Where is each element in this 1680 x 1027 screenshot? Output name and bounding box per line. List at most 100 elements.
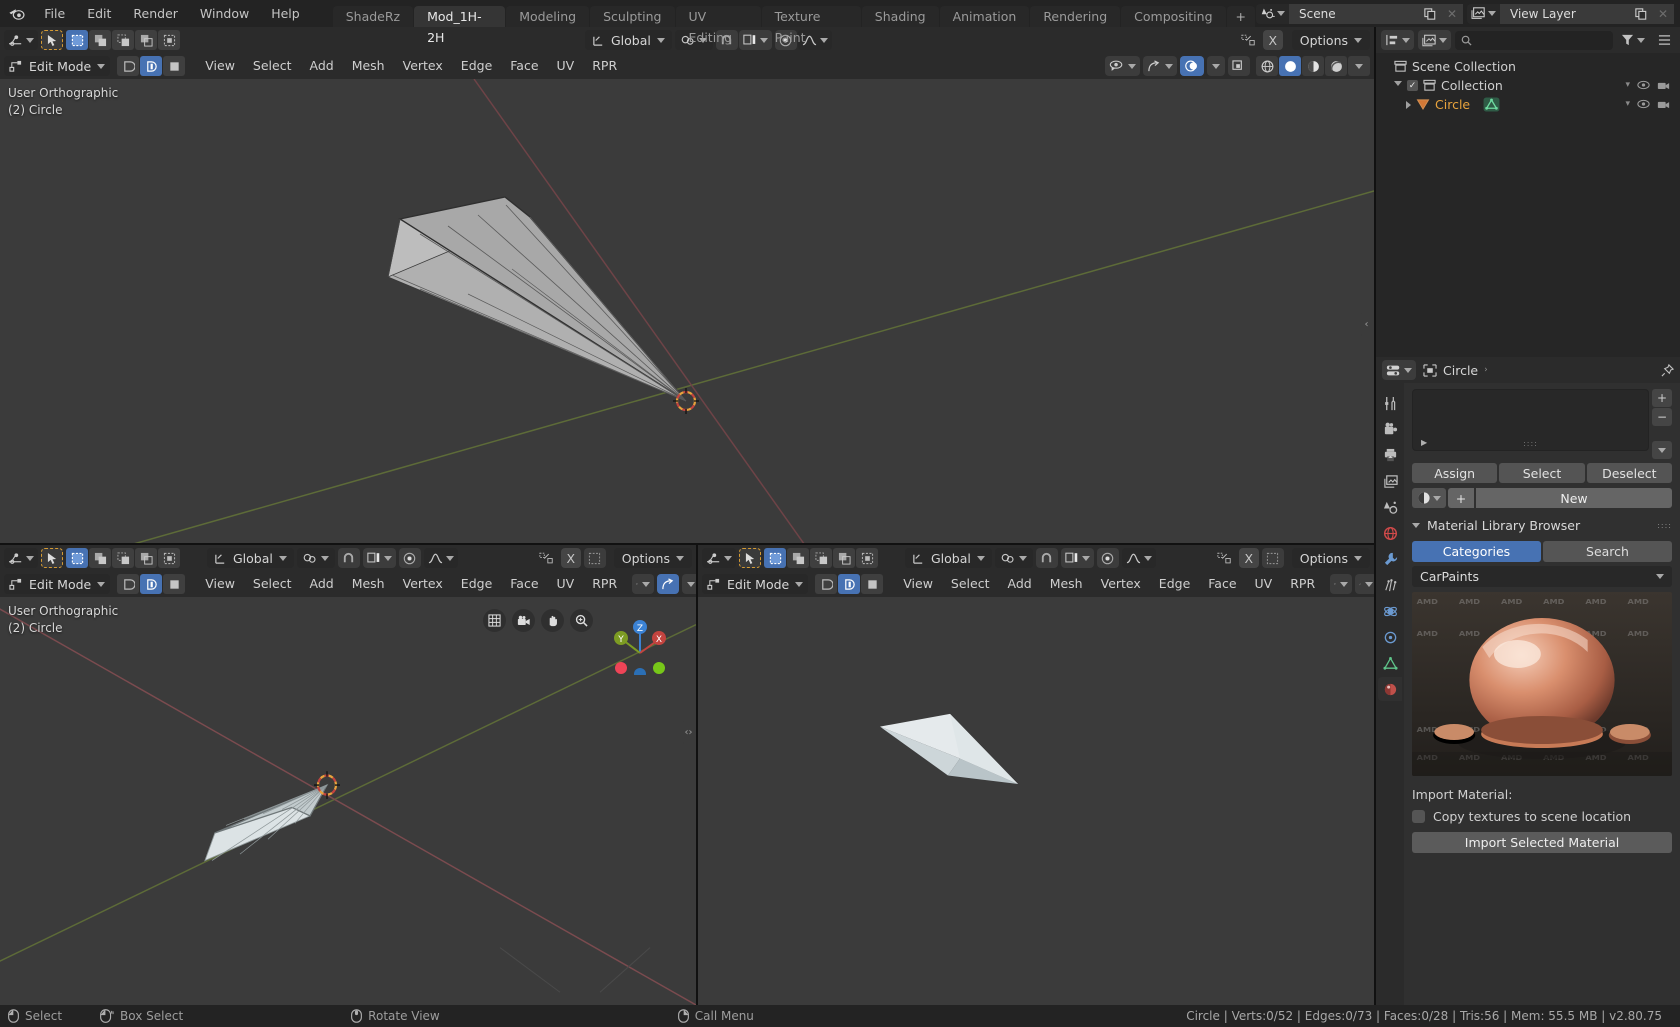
pivot-point-dropdown[interactable] bbox=[994, 548, 1033, 568]
properties-tab-render[interactable] bbox=[1378, 417, 1402, 441]
properties-tab-particles[interactable] bbox=[1378, 573, 1402, 597]
workspace-tab-mod-1h-2h[interactable]: Mod_1H-2H bbox=[414, 6, 506, 45]
camera-render-icon[interactable] bbox=[1657, 99, 1670, 110]
viewport-main-canvas[interactable]: User Orthographic (2) Circle ‹ bbox=[0, 79, 1374, 543]
new-material-plus-icon[interactable]: + bbox=[1448, 488, 1474, 508]
proportional-edit-icon[interactable] bbox=[1096, 548, 1119, 568]
wireframe-shading-icon[interactable] bbox=[1256, 56, 1278, 76]
add-material-slot-button[interactable]: + bbox=[1652, 389, 1672, 407]
properties-tab-scene[interactable] bbox=[1378, 495, 1402, 519]
mirror-icon[interactable] bbox=[535, 548, 558, 568]
workspace-tab-sculpting[interactable]: Sculpting bbox=[590, 6, 675, 27]
outliner-filter-settings-icon[interactable] bbox=[1653, 30, 1675, 50]
overlays-dropdown[interactable] bbox=[1207, 56, 1225, 76]
snap-magnet-icon[interactable] bbox=[337, 548, 360, 568]
interaction-mode-dropdown[interactable]: Edit Mode bbox=[4, 56, 111, 76]
material-slot-specials-menu[interactable] bbox=[1652, 441, 1672, 459]
outliner-display-mode-icon[interactable] bbox=[1381, 30, 1414, 50]
menu-mesh[interactable]: Mesh bbox=[343, 574, 394, 594]
menu-face[interactable]: Face bbox=[501, 56, 547, 76]
face-select-icon[interactable] bbox=[163, 56, 186, 76]
vertex-select-icon[interactable] bbox=[117, 574, 140, 594]
xray-toggle[interactable] bbox=[1228, 56, 1250, 76]
remove-material-slot-button[interactable]: − bbox=[1652, 408, 1672, 426]
view-axis-gizmo[interactable]: Z Y X bbox=[610, 613, 670, 675]
viewport-br-canvas[interactable] bbox=[698, 597, 1374, 1005]
snap-target-dropdown[interactable] bbox=[738, 30, 772, 50]
properties-tab-data[interactable] bbox=[1378, 651, 1402, 675]
pivot-point-dropdown[interactable] bbox=[296, 548, 335, 568]
collection-checkbox[interactable]: ✓ bbox=[1407, 80, 1418, 91]
visibility-selectability-dropdown[interactable] bbox=[1330, 574, 1353, 594]
workspace-tab-rendering[interactable]: Rendering bbox=[1030, 6, 1121, 27]
outliner-row-scene-collection[interactable]: Scene Collection bbox=[1376, 57, 1680, 76]
select-invert-icon[interactable] bbox=[135, 30, 157, 50]
solid-shading-icon[interactable] bbox=[1279, 56, 1301, 76]
material-preview-image[interactable]: AMD AMD AMD AMD AMD AMD AMD AMD AMD AMD AMD AMD AM… bbox=[1412, 592, 1672, 776]
menu-window[interactable]: Window bbox=[189, 0, 260, 27]
gizmo-toggle[interactable] bbox=[657, 574, 680, 594]
close-x-icon[interactable]: ✕ bbox=[1652, 3, 1674, 24]
pin-icon[interactable] bbox=[1661, 363, 1674, 377]
menu-help[interactable]: Help bbox=[260, 0, 311, 27]
zoom-view-icon[interactable] bbox=[570, 609, 593, 632]
menu-add[interactable]: Add bbox=[998, 574, 1040, 594]
select-subtract-icon[interactable] bbox=[810, 548, 832, 568]
workspace-tab-animation[interactable]: Animation bbox=[939, 6, 1030, 27]
close-x-icon[interactable]: ✕ bbox=[1441, 3, 1463, 24]
properties-tab-physics[interactable] bbox=[1378, 599, 1402, 623]
gizmo-dropdown[interactable] bbox=[682, 574, 696, 594]
select-extend-icon[interactable] bbox=[89, 30, 111, 50]
select-new-icon[interactable] bbox=[66, 30, 88, 50]
menu-rpr[interactable]: RPR bbox=[583, 574, 626, 594]
face-select-icon[interactable] bbox=[861, 574, 884, 594]
visibility-selectability-dropdown[interactable] bbox=[632, 574, 655, 594]
sidebar-collapse-arrow[interactable]: ‹› bbox=[683, 719, 694, 746]
copy-textures-checkbox[interactable] bbox=[1412, 810, 1425, 823]
mirror-extra-icon[interactable] bbox=[1261, 548, 1284, 568]
scene-selector[interactable]: Scene ✕ bbox=[1256, 3, 1463, 24]
menu-uv[interactable]: UV bbox=[548, 574, 584, 594]
material-preview-icon[interactable] bbox=[1302, 56, 1324, 76]
editor-type-icon[interactable] bbox=[702, 548, 736, 568]
transform-orientation-dropdown[interactable]: Global bbox=[905, 548, 992, 568]
eye-icon[interactable] bbox=[1637, 80, 1650, 90]
camera-view-icon[interactable] bbox=[512, 609, 535, 632]
mirror-icon[interactable] bbox=[1237, 30, 1260, 50]
duplicate-icon[interactable] bbox=[1630, 3, 1652, 24]
menu-rpr[interactable]: RPR bbox=[583, 56, 626, 76]
outliner-row-circle[interactable]: Circle ▾ bbox=[1376, 95, 1680, 114]
select-subtract-icon[interactable] bbox=[112, 30, 134, 50]
library-tab-categories[interactable]: Categories bbox=[1412, 541, 1541, 562]
face-select-icon[interactable] bbox=[163, 574, 186, 594]
menu-render[interactable]: Render bbox=[122, 0, 189, 27]
menu-vertex[interactable]: Vertex bbox=[1092, 574, 1150, 594]
assign-button[interactable]: Assign bbox=[1412, 463, 1498, 483]
menu-file[interactable]: File bbox=[33, 0, 76, 27]
menu-vertex[interactable]: Vertex bbox=[394, 56, 452, 76]
disclosure-triangle-icon[interactable] bbox=[1406, 100, 1411, 109]
workspace-tab-shaderz[interactable]: ShadeRz bbox=[332, 6, 414, 27]
menu-view[interactable]: View bbox=[196, 574, 244, 594]
select-invert-icon[interactable] bbox=[833, 548, 855, 568]
interaction-mode-dropdown[interactable]: Edit Mode bbox=[4, 574, 111, 594]
rendered-shading-icon[interactable] bbox=[1325, 56, 1347, 76]
sidebar-collapse-arrow[interactable]: ‹ bbox=[1361, 311, 1372, 337]
select-invert-icon[interactable] bbox=[135, 548, 157, 568]
new-material-button[interactable]: New bbox=[1476, 488, 1672, 508]
snap-target-dropdown[interactable] bbox=[1060, 548, 1094, 568]
duplicate-icon[interactable] bbox=[1419, 3, 1441, 24]
mesh-data-icon[interactable] bbox=[1483, 97, 1500, 112]
chevron-down-icon[interactable]: ▾ bbox=[1625, 80, 1630, 91]
snap-magnet-icon[interactable] bbox=[1035, 548, 1058, 568]
grip-dots-icon[interactable]: :::: bbox=[1523, 439, 1538, 448]
snap-target-dropdown[interactable] bbox=[362, 548, 396, 568]
scene-name-field[interactable]: Scene bbox=[1289, 3, 1419, 24]
material-slot-list[interactable]: ▶ :::: bbox=[1412, 389, 1649, 451]
menu-select[interactable]: Select bbox=[244, 574, 301, 594]
view-layer-name-field[interactable]: View Layer bbox=[1500, 3, 1630, 24]
gizmo-toggle[interactable] bbox=[1143, 56, 1177, 76]
menu-edge[interactable]: Edge bbox=[452, 56, 501, 76]
view-layer-icon[interactable] bbox=[1467, 4, 1500, 24]
proportional-edit-icon[interactable] bbox=[398, 548, 421, 568]
